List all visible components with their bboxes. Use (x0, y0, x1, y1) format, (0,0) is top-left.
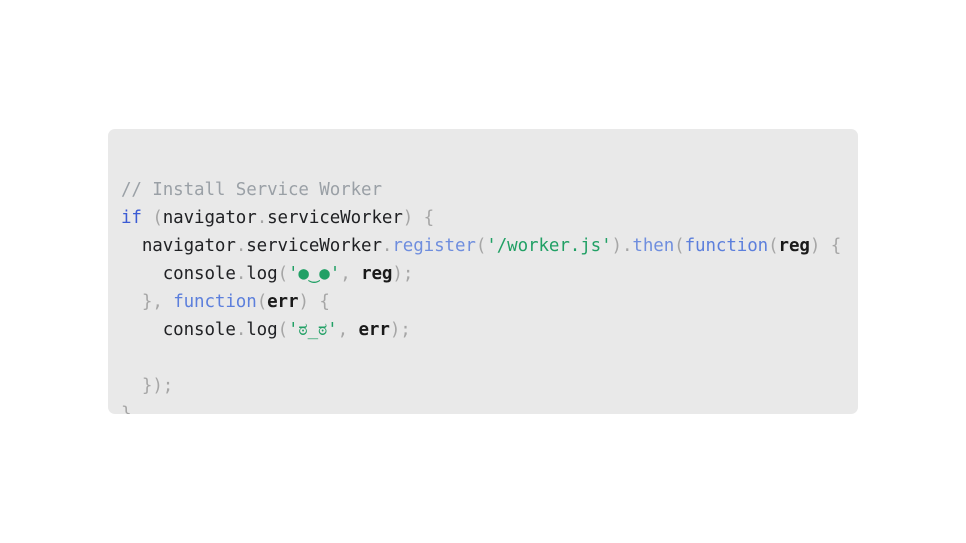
code-token: '●‿●' (288, 263, 341, 284)
code-token: ) (611, 235, 623, 256)
code-block: // Install Service Worker if (navigator.s… (108, 176, 858, 415)
code-token: // Install Service Worker (121, 179, 382, 200)
code-line: }); (108, 372, 858, 400)
code-token: } (121, 403, 132, 415)
code-token: log (246, 319, 278, 340)
code-token: ; (400, 319, 411, 340)
code-line: // Install Service Worker (108, 176, 858, 204)
code-token: log (246, 263, 278, 284)
code-token: ; (402, 263, 414, 284)
code-token: 'ಠ_ಠ' (288, 319, 338, 340)
code-token: } (141, 375, 153, 396)
code-token: . (621, 235, 633, 256)
code-token: . (235, 263, 247, 284)
code-token: ) (298, 291, 309, 312)
code-token: navigator (162, 207, 257, 228)
code-token: if (121, 207, 142, 228)
code-token: serviceWorker (246, 235, 382, 256)
code-token: { (830, 235, 842, 256)
code-token: reg (778, 235, 810, 256)
code-token: ) (389, 319, 401, 340)
code-token: , (337, 319, 349, 340)
code-token: navigator (141, 235, 236, 256)
code-token: , (340, 263, 351, 284)
code-line: if (navigator.serviceWorker) { (108, 204, 858, 232)
code-line: } (108, 400, 858, 415)
code-token: . (381, 235, 393, 256)
code-token: . (256, 207, 268, 228)
code-token: serviceWorker (267, 207, 403, 228)
code-token: ) (392, 263, 403, 284)
code-token: } (141, 291, 153, 312)
code-line: }, function(err) { (108, 288, 858, 316)
code-token: ( (277, 319, 289, 340)
code-token: . (235, 235, 247, 256)
code-token: function (684, 235, 769, 256)
code-token: ( (475, 235, 487, 256)
code-token: err (358, 319, 390, 340)
code-token: err (267, 291, 299, 312)
code-token: function (173, 291, 257, 312)
code-token: then (632, 235, 675, 256)
code-token: reg (361, 263, 393, 284)
slide-canvas: // Install Service Worker if (navigator.s… (0, 0, 966, 543)
code-token: console (162, 263, 236, 284)
code-line: console.log('●‿●', reg); (108, 260, 858, 288)
code-snippet-card: // Install Service Worker if (navigator.s… (108, 129, 858, 414)
code-token: ) (402, 207, 414, 228)
code-token: ( (152, 207, 163, 228)
code-token: { (423, 207, 435, 228)
code-token: . (235, 319, 247, 340)
code-token: ) (152, 375, 163, 396)
code-token: , (152, 291, 163, 312)
code-line: console.log('ಠ_ಠ', err); (108, 316, 858, 344)
code-token: ) (809, 235, 821, 256)
code-line: navigator.serviceWorker.register('/worke… (108, 232, 858, 260)
code-token: ; (162, 375, 174, 396)
code-token: register (392, 235, 476, 256)
code-token: ( (277, 263, 289, 284)
code-token: ( (768, 235, 779, 256)
code-token: ( (256, 291, 268, 312)
code-token: '/worker.js' (486, 235, 612, 256)
code-token: console (162, 319, 236, 340)
code-token: { (319, 291, 330, 312)
code-token: ( (674, 235, 685, 256)
